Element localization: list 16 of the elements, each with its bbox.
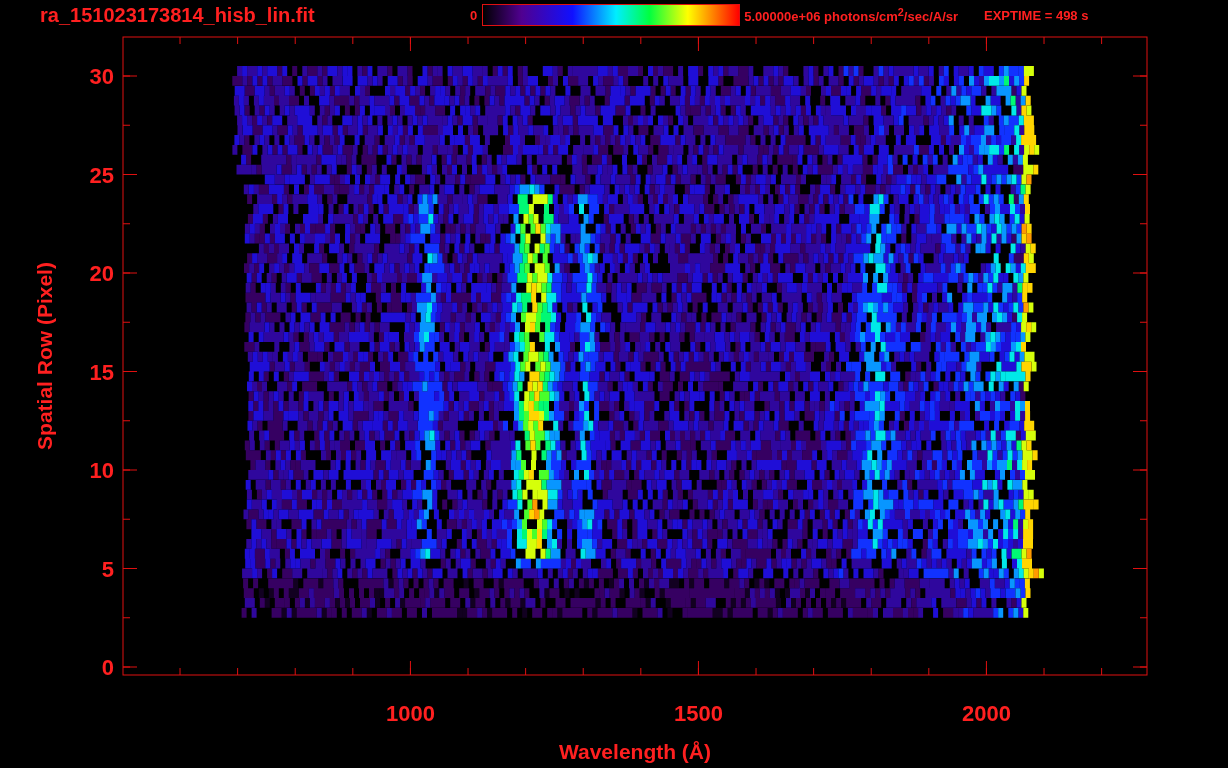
x-tick-label: 1500 [673,701,723,726]
y-tick-label: 5 [101,556,114,582]
y-tick-label: 15 [89,359,114,385]
exposure-time: EXPTIME = 498 s [984,7,1089,23]
y-axis-label: Spatial Row (Pixel) [33,262,56,450]
y-tick-label: 20 [89,261,114,286]
y-tick-label: 30 [89,64,114,89]
x-tick-label: 1000 [385,701,435,726]
x-tick-label: 2000 [961,701,1011,726]
y-tick-label: 0 [101,655,114,680]
y-tick-label: 25 [89,162,114,188]
x-axis-label: Wavelength (Å) [558,740,712,763]
colorbar-min-label: 0 [470,7,478,23]
y-tick-label: 10 [89,458,114,483]
colorbar-max-label: 5.00000e+06 photons/cm$^{2}$/sec/A/sr [744,5,959,25]
file-title: ra_151023173814_hisb_lin.fit [40,3,316,27]
